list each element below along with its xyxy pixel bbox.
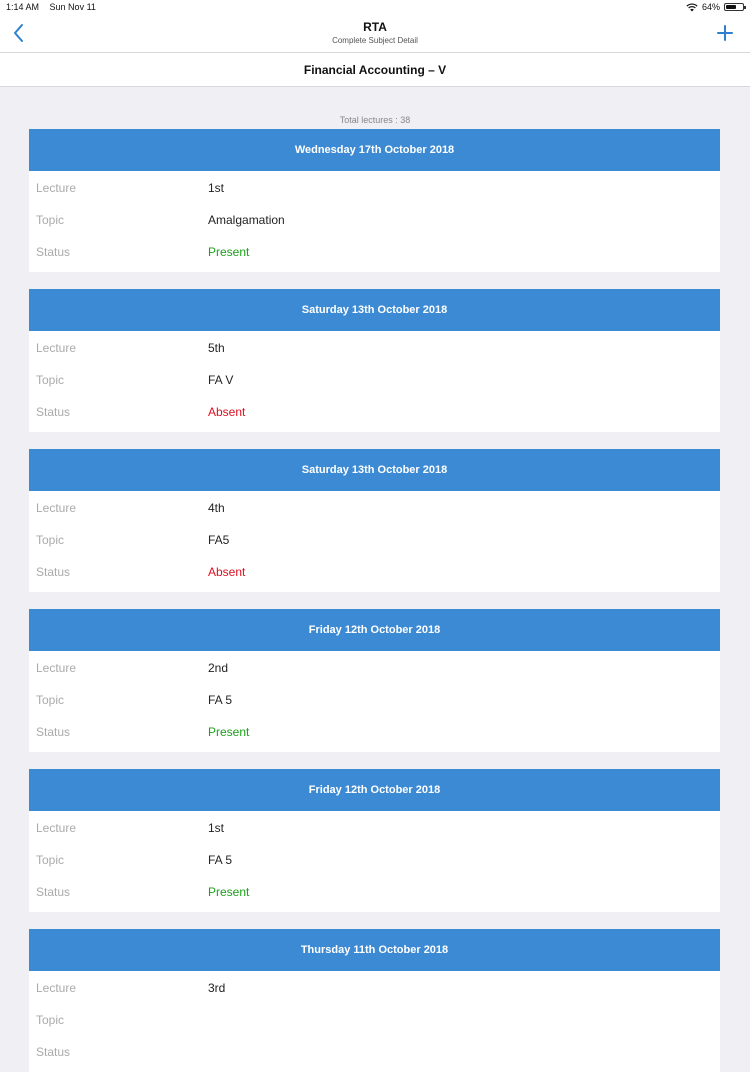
topic-label: Topic xyxy=(36,213,65,227)
lecture-number: 1st xyxy=(208,181,225,195)
lecture-details: Lecture 2nd Topic FA 5 Status Present xyxy=(29,651,720,752)
attendance-status: Present xyxy=(208,725,250,739)
status-label: Status xyxy=(36,245,71,259)
topic-value: FA 5 xyxy=(208,693,233,707)
lecture-label: Lecture xyxy=(36,821,77,835)
status-bar-right: 64% xyxy=(686,2,746,12)
topic-label: Topic xyxy=(36,693,65,707)
lecture-row: Lecture 1st xyxy=(29,172,720,204)
topic-row: Topic FA 5 xyxy=(29,684,720,716)
lecture-row: Lecture 4th xyxy=(29,492,720,524)
lecture-details: Lecture 1st Topic Amalgamation Status Present xyxy=(29,171,720,272)
status-label: Status xyxy=(36,725,71,739)
topic-label: Topic xyxy=(36,1013,65,1027)
status-time: 1:14 AM xyxy=(6,2,40,12)
lecture-date-header: Friday 12th October 2018 xyxy=(29,769,720,811)
lecture-label: Lecture xyxy=(36,501,77,515)
lecture-number: 5th xyxy=(208,341,225,355)
lecture-label: Lecture xyxy=(36,981,77,995)
status-row: Status Absent xyxy=(29,396,720,428)
status-label: Status xyxy=(36,405,71,419)
lecture-row: Lecture 2nd xyxy=(29,652,720,684)
attendance-status: Present xyxy=(208,885,250,899)
status-row: Status Present xyxy=(29,716,720,748)
topic-value: FA 5 xyxy=(208,853,233,867)
status-label: Status xyxy=(36,885,71,899)
lecture-card[interactable]: Thursday 11th October 2018 Lecture 3rd Topi… xyxy=(29,929,720,1072)
attendance-status: Absent xyxy=(208,405,246,419)
lecture-date-header: Saturday 13th October 2018 xyxy=(29,449,720,491)
status-bar-left: 1:14 AM Sun Nov 11 xyxy=(6,2,104,12)
page-title: RTA xyxy=(363,20,387,34)
page-subtitle: Complete Subject Detail xyxy=(332,36,418,45)
attendance-status: Present xyxy=(208,245,250,259)
attendance-status: Absent xyxy=(208,565,246,579)
lecture-label: Lecture xyxy=(36,341,77,355)
lecture-card[interactable]: Wednesday 17th October 2018 Lecture 1st Top… xyxy=(29,129,720,272)
lecture-details: Lecture 3rd Topic Status xyxy=(29,971,720,1072)
topic-row: Topic FA 5 xyxy=(29,844,720,876)
lecture-number: 2nd xyxy=(208,661,229,675)
topic-label: Topic xyxy=(36,533,65,547)
navigation-bar: RTA Complete Subject Detail xyxy=(0,14,750,53)
status-date: Sun Nov 11 xyxy=(49,2,96,12)
battery-percent: 64% xyxy=(701,2,720,12)
lecture-date-header: Friday 12th October 2018 xyxy=(29,609,720,651)
lecture-label: Lecture xyxy=(36,181,77,195)
status-bar: 1:14 AM Sun Nov 11 64% xyxy=(0,0,750,14)
lecture-row: Lecture 5th xyxy=(29,332,720,364)
topic-value: Amalgamation xyxy=(208,213,285,227)
add-plus-icon[interactable] xyxy=(714,22,736,44)
lecture-label: Lecture xyxy=(36,661,77,675)
lecture-row: Lecture 3rd xyxy=(29,972,720,1004)
lecture-row: Lecture 1st xyxy=(29,812,720,844)
lecture-details: Lecture 4th Topic FA5 Status Absent xyxy=(29,491,720,592)
topic-value: FA5 xyxy=(208,533,230,547)
status-row: Status Absent xyxy=(29,556,720,588)
total-lectures-count: Total lectures : 38 xyxy=(339,115,411,125)
lecture-number: 1st xyxy=(208,821,225,835)
topic-row: Topic Amalgamation xyxy=(29,204,720,236)
topic-label: Topic xyxy=(36,853,65,867)
lecture-date-header: Wednesday 17th October 2018 xyxy=(29,129,720,171)
lecture-details: Lecture 5th Topic FA V Status Absent xyxy=(29,331,720,432)
lecture-card[interactable]: Saturday 13th October 2018 Lecture 5th Topi… xyxy=(29,289,720,432)
topic-label: Topic xyxy=(36,373,65,387)
wifi-icon xyxy=(686,2,698,11)
status-row: Status xyxy=(29,1036,720,1068)
topic-row: Topic FA V xyxy=(29,364,720,396)
topic-row: Topic FA5 xyxy=(29,524,720,556)
lecture-number: 4th xyxy=(208,501,225,515)
lecture-number: 3rd xyxy=(208,981,226,995)
subject-title: Financial Accounting – V xyxy=(0,53,750,87)
status-row: Status Present xyxy=(29,236,720,268)
lecture-date-header: Thursday 11th October 2018 xyxy=(29,929,720,971)
lecture-list: Wednesday 17th October 2018 Lecture 1st Top… xyxy=(0,129,750,1072)
topic-row: Topic xyxy=(29,1004,720,1036)
battery-fill xyxy=(726,5,737,9)
lecture-date-header: Saturday 13th October 2018 xyxy=(29,289,720,331)
lecture-card[interactable]: Friday 12th October 2018 Lecture 1st Topic F… xyxy=(29,769,720,912)
status-label: Status xyxy=(36,1045,71,1059)
topic-value: FA V xyxy=(208,373,234,387)
status-label: Status xyxy=(36,565,71,579)
lecture-card[interactable]: Saturday 13th October 2018 Lecture 4th Topi… xyxy=(29,449,720,592)
lecture-details: Lecture 1st Topic FA 5 Status Present xyxy=(29,811,720,912)
battery-icon xyxy=(724,3,746,11)
status-row: Status Present xyxy=(29,876,720,908)
lecture-card[interactable]: Friday 12th October 2018 Lecture 2nd Topic F… xyxy=(29,609,720,752)
